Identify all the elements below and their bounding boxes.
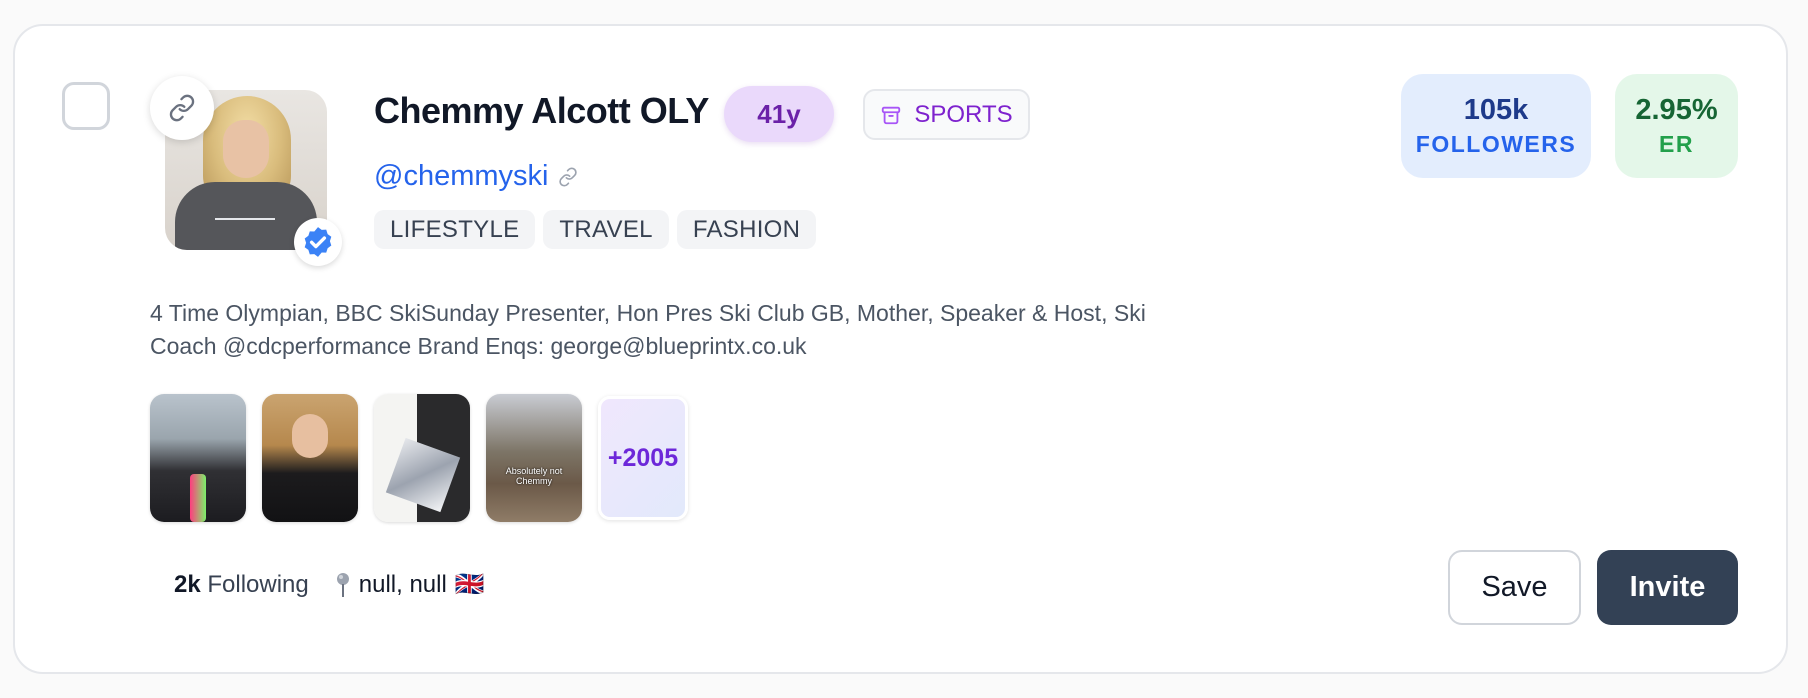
post-thumbnail[interactable] xyxy=(150,394,246,522)
post-thumbnail[interactable] xyxy=(262,394,358,522)
more-posts-button[interactable]: +2005 xyxy=(598,396,688,520)
followers-label: FOLLOWERS xyxy=(1415,131,1577,157)
handle-link[interactable]: @chemmyski xyxy=(374,160,578,193)
followers-stat: 105k FOLLOWERS xyxy=(1401,74,1591,178)
post-caption: Absolutely not Chemmy xyxy=(505,466,563,486)
tag-fashion: FASHION xyxy=(676,210,817,249)
creator-name: Chemmy Alcott OLY xyxy=(374,90,709,131)
save-button[interactable]: Save xyxy=(1448,550,1581,625)
archive-icon xyxy=(882,106,901,124)
following-info: 2k Following xyxy=(174,571,309,599)
invite-button[interactable]: Invite xyxy=(1597,550,1738,625)
post-thumbnails: Absolutely not Chemmy +2005 xyxy=(150,394,688,522)
er-label: ER xyxy=(1659,131,1694,157)
verified-badge xyxy=(294,218,342,266)
link-icon xyxy=(559,166,578,187)
post-thumbnail[interactable]: Absolutely not Chemmy xyxy=(486,394,582,522)
tag-travel: TRAVEL xyxy=(543,210,669,249)
bio-text: 4 Time Olympian, BBC SkiSunday Presenter… xyxy=(150,300,1146,359)
profile-link-button[interactable] xyxy=(150,76,214,140)
following-label: Following xyxy=(207,570,309,598)
handle-text: @chemmyski xyxy=(374,160,549,192)
pin-icon xyxy=(336,572,349,597)
age-badge: 41y xyxy=(724,86,834,142)
select-checkbox[interactable] xyxy=(62,82,110,130)
profile-meta: 2k Following null, null 🇬🇧 xyxy=(174,570,485,599)
location-text: null, null xyxy=(358,570,447,598)
verified-badge-icon xyxy=(304,227,332,257)
tag-list: LIFESTYLE TRAVEL FASHION xyxy=(374,210,817,249)
post-thumbnail[interactable] xyxy=(374,394,470,522)
category-badge: SPORTS xyxy=(863,89,1030,140)
er-value: 2.95% xyxy=(1635,94,1718,126)
following-count: 2k xyxy=(174,570,201,598)
location-info: null, null 🇬🇧 xyxy=(335,570,485,599)
link-icon xyxy=(169,94,195,122)
category-label: SPORTS xyxy=(914,100,1013,128)
followers-value: 105k xyxy=(1463,94,1529,126)
flag-icon: 🇬🇧 xyxy=(454,571,485,598)
engagement-rate-stat: 2.95% ER xyxy=(1615,74,1738,178)
tag-lifestyle: LIFESTYLE xyxy=(374,210,536,249)
